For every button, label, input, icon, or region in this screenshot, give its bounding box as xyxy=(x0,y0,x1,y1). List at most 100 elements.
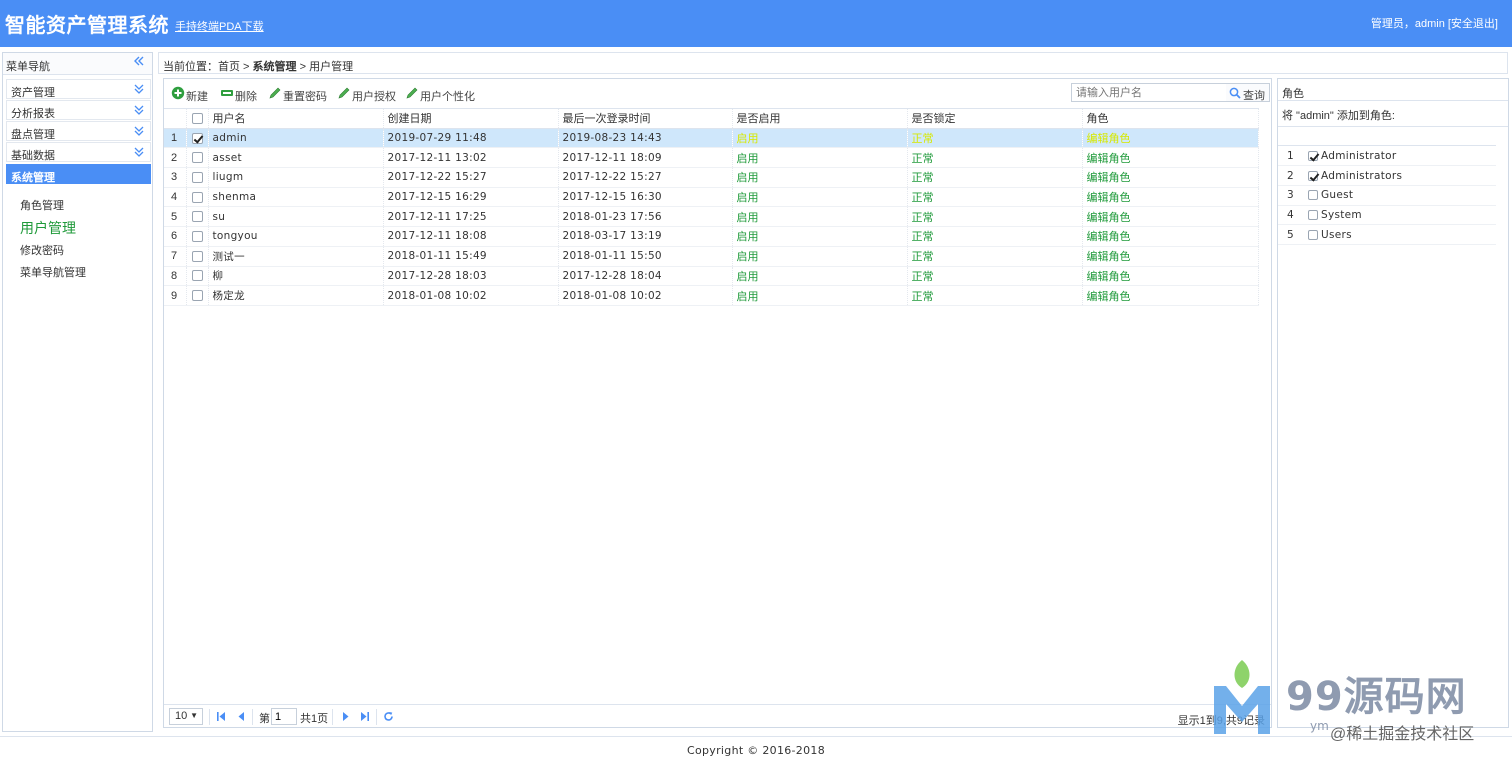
row-checkbox[interactable] xyxy=(191,191,203,203)
column-header-enabled[interactable]: 是否启用 xyxy=(732,108,908,129)
row-checkbox-cell[interactable] xyxy=(186,167,209,188)
page-size-select[interactable]: 10 ▼ xyxy=(169,708,203,725)
row-checkbox[interactable] xyxy=(191,231,203,243)
cell-locked: 正常 xyxy=(907,226,1083,247)
user-auth-button[interactable]: 用户授权 xyxy=(337,86,399,103)
first-page-icon[interactable] xyxy=(216,711,226,722)
search-input[interactable] xyxy=(1071,83,1227,102)
sidebar-header: 菜单导航 xyxy=(3,53,152,75)
new-button[interactable]: 新建 xyxy=(171,86,217,103)
cell-locked: 正常 xyxy=(907,187,1083,208)
table-row[interactable]: 2 asset 2017-12-11 13:02 2017-12-11 18:09 启用… xyxy=(164,147,1259,169)
row-checkbox-cell[interactable] xyxy=(186,246,209,267)
menu-group-asset[interactable]: 资产管理 xyxy=(6,79,151,99)
role-checkbox[interactable] xyxy=(1308,229,1318,240)
role-item[interactable]: Administrator xyxy=(1302,146,1496,167)
row-checkbox[interactable] xyxy=(191,172,203,183)
role-row[interactable]: 4 System xyxy=(1278,205,1496,226)
column-header-last-login[interactable]: 最后一次登录时间 xyxy=(558,108,733,129)
sidebar-item-user-mgmt[interactable]: 用户管理 xyxy=(20,218,76,238)
row-checkbox[interactable] xyxy=(191,290,203,302)
refresh-icon[interactable] xyxy=(383,711,394,722)
role-item[interactable]: Administrators xyxy=(1302,165,1496,186)
sidebar-item-role-mgmt[interactable]: 角色管理 xyxy=(20,197,64,213)
row-checkbox-cell[interactable] xyxy=(186,226,209,247)
row-checkbox[interactable] xyxy=(191,270,203,282)
cell-username: 测试一 xyxy=(208,246,384,267)
user-personalize-button[interactable]: 用户个性化 xyxy=(405,86,477,103)
role-item[interactable]: System xyxy=(1302,205,1496,226)
role-row[interactable]: 2 Administrators xyxy=(1278,165,1496,186)
menu-group-inventory[interactable]: 盘点管理 xyxy=(6,121,151,141)
edit-role-link[interactable]: 编辑角色 xyxy=(1082,226,1259,247)
column-header-created[interactable]: 创建日期 xyxy=(383,108,559,129)
search-button[interactable]: 查询 xyxy=(1226,83,1270,102)
menu-group-basedata[interactable]: 基础数据 xyxy=(6,142,151,162)
row-checkbox-cell[interactable] xyxy=(186,128,209,149)
role-row[interactable]: 1 Administrator xyxy=(1278,146,1496,167)
edit-role-link[interactable]: 编辑角色 xyxy=(1082,167,1259,188)
pencil-icon xyxy=(269,87,281,99)
role-checkbox[interactable] xyxy=(1308,170,1318,181)
row-checkbox[interactable] xyxy=(191,152,203,164)
table-row[interactable]: 6 tongyou 2017-12-11 18:08 2018-03-17 13:19… xyxy=(164,226,1259,247)
role-item[interactable]: Users xyxy=(1302,224,1496,245)
table-row[interactable]: 5 su 2017-12-11 17:25 2018-01-23 17:56 启用 正常编… xyxy=(164,206,1259,228)
table-row[interactable]: 8 柳 2017-12-28 18:03 2017-12-28 18:04 启用 正常 编辑… xyxy=(164,266,1259,287)
pda-download-link[interactable]: 手持终端PDA下载 xyxy=(175,18,264,34)
next-page-icon[interactable] xyxy=(341,711,351,722)
row-checkbox-cell[interactable] xyxy=(186,285,209,306)
page-number-input[interactable] xyxy=(271,708,297,725)
cell-enabled: 启用 xyxy=(732,226,908,247)
edit-role-link[interactable]: 编辑角色 xyxy=(1082,187,1259,208)
last-page-icon[interactable] xyxy=(360,711,370,722)
row-checkbox-cell[interactable] xyxy=(186,266,209,287)
edit-role-link[interactable]: 编辑角色 xyxy=(1082,128,1259,149)
footer: Copyright © 2016-2018 xyxy=(0,736,1512,763)
menu-group-report[interactable]: 分析报表 xyxy=(6,100,151,120)
role-row[interactable]: 3 Guest xyxy=(1278,185,1496,206)
row-checkbox-cell[interactable] xyxy=(186,147,209,169)
edit-role-link[interactable]: 编辑角色 xyxy=(1082,147,1259,169)
role-checkbox[interactable] xyxy=(1308,150,1318,161)
role-panel-title: 角色 xyxy=(1282,88,1304,100)
select-all-checkbox[interactable] xyxy=(191,112,203,124)
table-row[interactable]: 3 liugm 2017-12-22 15:27 2017-12-22 15:27 启用… xyxy=(164,167,1259,188)
reset-password-button[interactable]: 重置密码 xyxy=(268,86,330,103)
table-row[interactable]: 9 杨定龙 2018-01-08 10:02 2018-01-08 10:02 启用 正常… xyxy=(164,285,1259,306)
select-all-checkbox-cell[interactable] xyxy=(186,108,209,129)
table-row[interactable]: 1 admin 2019-07-29 11:48 2019-08-23 14:43 启用… xyxy=(164,128,1259,149)
role-item[interactable]: Guest xyxy=(1302,185,1496,206)
prev-page-icon[interactable] xyxy=(236,711,246,722)
column-header-role[interactable]: 角色 xyxy=(1082,108,1259,129)
row-checkbox-cell[interactable] xyxy=(186,206,209,228)
delete-button[interactable]: 删除 xyxy=(220,86,260,103)
cell-last-login: 2019-08-23 14:43 xyxy=(558,128,733,149)
edit-role-link[interactable]: 编辑角色 xyxy=(1082,246,1259,267)
row-checkbox[interactable] xyxy=(191,211,203,223)
breadcrumb-section[interactable]: 系统管理 xyxy=(253,61,297,73)
cell-enabled: 启用 xyxy=(732,167,908,188)
role-checkbox[interactable] xyxy=(1308,209,1318,220)
collapse-sidebar-icon[interactable] xyxy=(132,54,146,70)
menu-group-system[interactable]: 系统管理 xyxy=(6,164,151,184)
table-row[interactable]: 4 shenma 2017-12-15 16:29 2017-12-15 16:30 启… xyxy=(164,187,1259,208)
row-checkbox[interactable] xyxy=(191,250,203,262)
column-header-username[interactable]: 用户名 xyxy=(208,108,384,129)
user-logout-link[interactable]: 管理员，admin [安全退出] xyxy=(1371,18,1498,30)
edit-role-link[interactable]: 编辑角色 xyxy=(1082,285,1259,306)
role-row[interactable]: 5 Users xyxy=(1278,224,1496,245)
cell-enabled: 启用 xyxy=(732,266,908,287)
row-checkbox-cell[interactable] xyxy=(186,187,209,208)
role-checkbox[interactable] xyxy=(1308,190,1318,201)
user-info[interactable]: 管理员，admin [安全退出] xyxy=(1371,15,1498,31)
edit-role-link[interactable]: 编辑角色 xyxy=(1082,206,1259,228)
edit-role-link[interactable]: 编辑角色 xyxy=(1082,266,1259,287)
row-number: 8 xyxy=(164,266,187,287)
sidebar-item-menu-mgmt[interactable]: 菜单导航管理 xyxy=(20,264,86,280)
column-header-locked[interactable]: 是否锁定 xyxy=(907,108,1083,129)
table-row[interactable]: 7 测试一 2018-01-11 15:49 2018-01-11 15:50 启用 正常… xyxy=(164,246,1259,267)
sidebar-item-change-password[interactable]: 修改密码 xyxy=(20,242,64,258)
cell-created: 2018-01-08 10:02 xyxy=(383,285,559,306)
row-checkbox[interactable] xyxy=(191,132,203,144)
